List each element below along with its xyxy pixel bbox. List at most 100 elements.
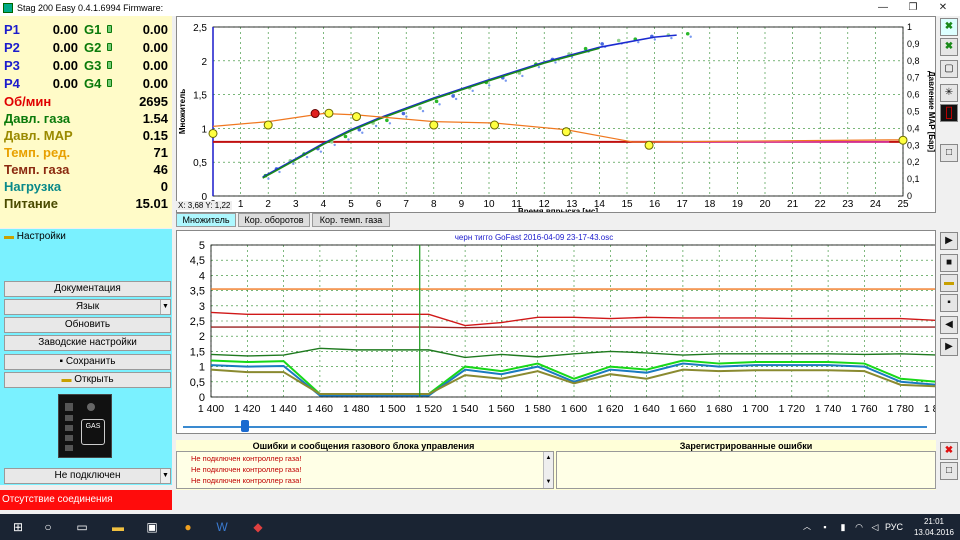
check-icon[interactable]: ✖ [940, 38, 958, 56]
y-tick-label: 2 [201, 57, 207, 68]
search-icon[interactable]: ○ [38, 518, 58, 536]
selected-point [310, 109, 320, 119]
x-tick-label: 1 520 [416, 403, 442, 415]
x-tick-label: 1 500 [379, 403, 405, 415]
tab-multiplier[interactable]: Множитель [176, 213, 236, 227]
step-forward-icon[interactable]: ▶ [940, 338, 958, 356]
maximize-icon[interactable]: ❐ [898, 0, 928, 16]
x-tick-label: 9 [459, 199, 465, 210]
documentation-button[interactable]: Документация [4, 281, 171, 297]
multiplier-chart[interactable]: 0123456789101112131415161718192021222324… [176, 16, 936, 213]
window-icon[interactable]: ▢ [940, 60, 958, 78]
slider-handle[interactable] [241, 420, 249, 432]
scatter-point [418, 106, 422, 110]
file-explorer-icon[interactable]: ▬ [108, 518, 128, 536]
gas-injector-value: 0.00 [142, 76, 168, 91]
windows-start-icon[interactable]: ⊞ [8, 518, 28, 536]
snowflake-icon[interactable]: ✳ [940, 84, 958, 102]
scatter-point [600, 42, 604, 46]
y2-tick-label: 1 [907, 22, 912, 32]
y-tick-label: 1,5 [190, 346, 205, 358]
tab-gas-temp-correction[interactable]: Кор. темп. газа [312, 213, 390, 227]
gas-injector-value: 0.00 [142, 58, 168, 73]
square-icon[interactable]: □ [940, 462, 958, 480]
scatter-point [537, 65, 541, 69]
word-icon[interactable]: W [212, 518, 232, 536]
x-tick-label: 1 740 [815, 403, 841, 415]
step-back-icon[interactable]: ◀ [940, 316, 958, 334]
network-icon[interactable]: ▪ [818, 518, 832, 536]
gas-injector-label: G3 [84, 58, 102, 73]
settings-header[interactable]: ▬ Настройки [0, 229, 172, 245]
open-button[interactable]: ▬ Открыть [4, 372, 171, 388]
x-tick-label: 23 [842, 199, 854, 210]
square-icon[interactable]: □ [940, 144, 958, 162]
y-tick-label: 0 [199, 392, 205, 404]
error-message-list[interactable]: Не подключен контроллер газа! Не подключ… [176, 451, 554, 489]
factory-settings-button[interactable]: Заводские настройки [4, 335, 171, 351]
scatter-point [521, 74, 524, 78]
error-messages-title: Ошибки и сообщения газового блока управл… [252, 441, 475, 451]
y-tick-label: 1 [199, 362, 205, 374]
battery-icon[interactable]: ▮ [836, 518, 850, 536]
connection-label: Не подключен [54, 470, 121, 481]
minimize-icon[interactable]: — [868, 0, 898, 16]
close-icon[interactable]: ✕ [928, 0, 958, 16]
connection-select[interactable]: Не подключен ▼ [4, 468, 171, 484]
y-tick-label: 1,5 [193, 91, 207, 102]
y2-tick-label: 0,6 [907, 90, 920, 100]
clock[interactable]: 21:01 13.04.2016 [914, 516, 954, 538]
gas-injector-value: 0.00 [142, 22, 168, 37]
language-select[interactable]: Язык ▼ [4, 299, 171, 315]
chevron-down-icon: ▼ [160, 300, 170, 314]
tab-rpm-correction[interactable]: Кор. оборотов [238, 213, 310, 227]
save-button[interactable]: ▪ Сохранить [4, 354, 171, 370]
correction-point [490, 120, 500, 130]
folder-open-icon[interactable]: ▬ [940, 274, 958, 292]
chevron-up-icon[interactable]: ︿ [800, 518, 814, 536]
pressure-label: P3 [4, 58, 20, 73]
scatter-point [267, 177, 270, 180]
close-x-icon[interactable]: ✖ [940, 18, 958, 36]
volume-icon[interactable]: ◁ [868, 518, 882, 536]
stat-value: 0.15 [142, 128, 168, 143]
pressure-value: 0.00 [52, 22, 78, 37]
list-item: Не подключен контроллер газа! [191, 476, 302, 485]
y2-tick-label: 0,9 [907, 39, 920, 49]
stag-app-icon[interactable]: ◆ [248, 518, 268, 536]
plug-icon [107, 43, 112, 51]
oscilloscope-chart[interactable]: черн тигго GoFast 2016-04-09 23-17-43.os… [176, 230, 936, 434]
list-item: Не подключен контроллер газа! [191, 454, 302, 463]
store-icon[interactable]: ▣ [142, 518, 162, 536]
stat-row: Нагрузка 0 [4, 179, 168, 196]
x-tick-label: 24 [870, 199, 882, 210]
stat-label: Темп. газа [4, 162, 70, 177]
scatter-point [616, 38, 621, 43]
update-button[interactable]: Обновить [4, 317, 171, 333]
task-view-icon[interactable]: ▭ [72, 518, 92, 536]
x-tick-label: 22 [815, 199, 827, 210]
scrollbar[interactable]: ▲ ▼ [543, 452, 553, 488]
x-tick-label: 1 700 [742, 403, 768, 415]
scatter-point [361, 131, 364, 134]
gas-injector-label: G1 [84, 22, 102, 37]
plug-icon [107, 25, 112, 33]
y-tick-label: 4,5 [190, 255, 205, 267]
wifi-icon[interactable]: ◠ [852, 518, 866, 536]
stat-value: 1.54 [142, 111, 168, 126]
x-tick-label: 2 [265, 199, 271, 210]
save-icon[interactable]: ▪ [940, 294, 958, 312]
x-tick-label: 1 640 [633, 403, 659, 415]
stop-icon[interactable]: ■ [940, 254, 958, 272]
chrome-icon[interactable]: ● [178, 518, 198, 536]
led-icon [65, 445, 73, 451]
correction-point [324, 108, 334, 118]
plug-icon [107, 61, 112, 69]
play-icon[interactable]: ▶ [940, 232, 958, 250]
stat-label: Об/мин [4, 94, 52, 109]
registered-error-list[interactable] [556, 451, 936, 489]
x-tick-label: 1 720 [779, 403, 805, 415]
clear-errors-icon[interactable]: ✖ [940, 442, 958, 460]
correction-point [263, 120, 273, 130]
language-indicator[interactable]: РУС [882, 518, 906, 536]
